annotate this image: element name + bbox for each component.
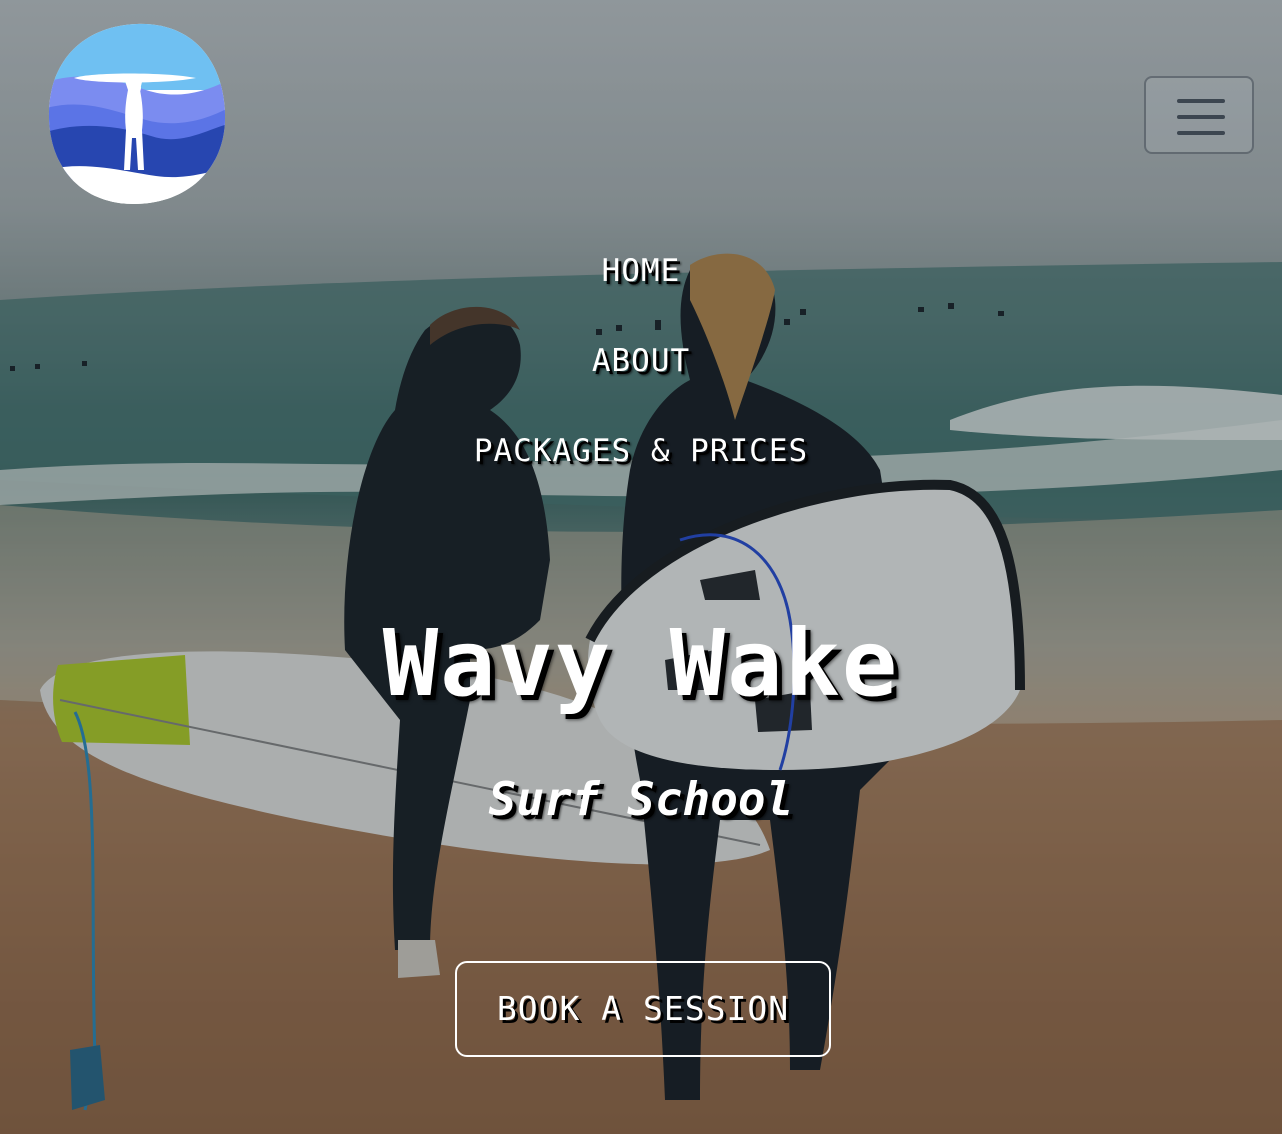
menu-toggle-button[interactable]: [1144, 76, 1254, 154]
nav-item-home[interactable]: HOME: [0, 246, 1282, 336]
surfer-logo-icon: [48, 23, 226, 205]
hamburger-menu-icon-bar: [1177, 131, 1225, 135]
nav-item-about[interactable]: ABOUT: [0, 336, 1282, 426]
book-session-button[interactable]: BOOK A SESSION: [455, 961, 831, 1057]
nav-item-packages-prices[interactable]: PACKAGES & PRICES: [0, 426, 1282, 516]
hamburger-menu-icon: [1177, 99, 1225, 103]
main-nav: HOME ABOUT PACKAGES & PRICES: [0, 246, 1282, 516]
brand-logo[interactable]: [46, 20, 228, 206]
hero-subtitle: Surf School: [488, 772, 794, 826]
hamburger-menu-icon-bar: [1177, 115, 1225, 119]
hero-title: Wavy Wake: [382, 610, 900, 717]
